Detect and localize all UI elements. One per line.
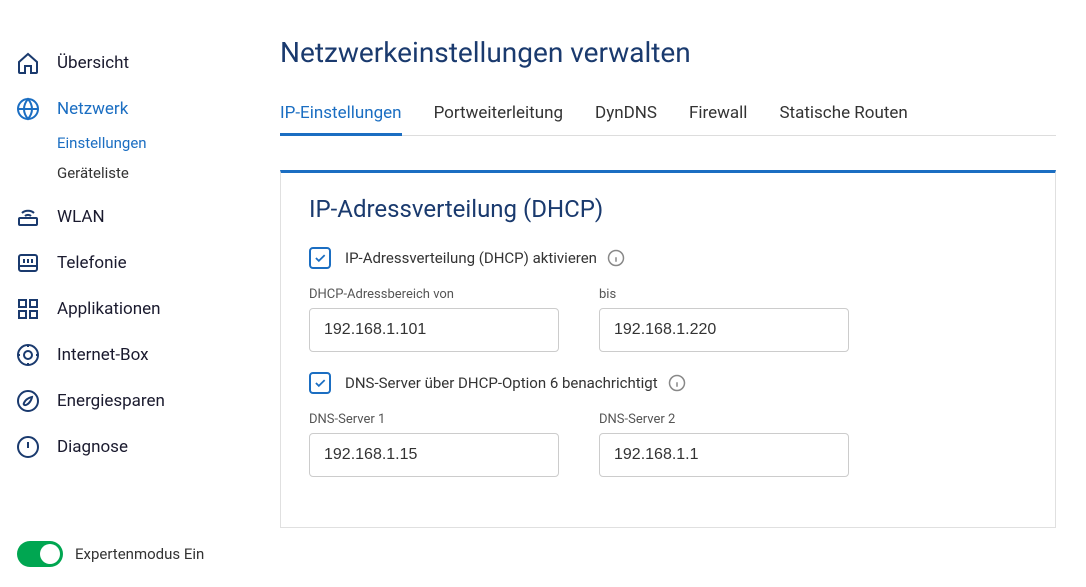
panel-title: IP-Adressverteilung (DHCP) (309, 195, 1027, 223)
leaf-icon (15, 388, 41, 414)
dhcp-from-field: DHCP-Adressbereich von (309, 287, 559, 352)
sidebar: Übersicht Netzwerk Einstellungen Gerätel… (0, 0, 250, 587)
alert-icon (15, 434, 41, 460)
dns1-input[interactable] (309, 433, 559, 477)
tab-dyndns[interactable]: DynDNS (595, 95, 657, 136)
nav-label: Netzwerk (57, 99, 128, 119)
nav-internetbox[interactable]: Internet-Box (15, 332, 250, 378)
dns1-field: DNS-Server 1 (309, 412, 559, 477)
dhcp-from-label: DHCP-Adressbereich von (309, 287, 559, 302)
nav-overview[interactable]: Übersicht (15, 40, 250, 86)
tab-port-forwarding[interactable]: Portweiterleitung (434, 95, 563, 136)
dhcp-panel: IP-Adressverteilung (DHCP) IP-Adressvert… (280, 170, 1056, 528)
globe-icon (15, 96, 41, 122)
nav-network-sub: Einstellungen Geräteliste (15, 128, 250, 188)
expert-mode-label: Expertenmodus Ein (75, 545, 204, 563)
main-content: Netzwerkeinstellungen verwalten IP-Einst… (250, 0, 1086, 587)
dhcp-enable-row: IP-Adressverteilung (DHCP) aktivieren (309, 247, 1027, 269)
dns2-label: DNS-Server 2 (599, 412, 849, 427)
router-icon (15, 204, 41, 230)
tab-ip-settings[interactable]: IP-Einstellungen (280, 95, 402, 136)
dns-servers-row: DNS-Server 1 DNS-Server 2 (309, 412, 1027, 477)
dhcp-to-field: bis (599, 287, 849, 352)
info-icon[interactable] (607, 249, 625, 267)
dhcp-range-row: DHCP-Adressbereich von bis (309, 287, 1027, 352)
info-icon[interactable] (668, 374, 686, 392)
phone-icon (15, 250, 41, 276)
dns-option6-checkbox[interactable] (309, 372, 331, 394)
dhcp-to-input[interactable] (599, 308, 849, 352)
nav-diagnose[interactable]: Diagnose (15, 424, 250, 470)
tabs: IP-Einstellungen Portweiterleitung DynDN… (280, 95, 1056, 136)
home-icon (15, 50, 41, 76)
expert-mode-toggle[interactable] (17, 541, 63, 567)
page-title: Netzwerkeinstellungen verwalten (280, 36, 1056, 69)
dns2-input[interactable] (599, 433, 849, 477)
expert-mode-row: Expertenmodus Ein (15, 521, 250, 567)
nav-label: Applikationen (57, 299, 161, 319)
nav-energy[interactable]: Energiesparen (15, 378, 250, 424)
nav-wlan[interactable]: WLAN (15, 194, 250, 240)
nav-label: Energiesparen (57, 391, 165, 411)
nav-label: WLAN (57, 207, 105, 227)
dhcp-to-label: bis (599, 287, 849, 302)
tab-static-routes[interactable]: Statische Routen (779, 95, 907, 136)
box-icon (15, 342, 41, 368)
nav-label: Übersicht (57, 53, 129, 73)
apps-icon (15, 296, 41, 322)
nav-label: Telefonie (57, 253, 127, 273)
dns-option6-label: DNS-Server über DHCP-Option 6 benachrich… (345, 374, 658, 392)
nav-applications[interactable]: Applikationen (15, 286, 250, 332)
nav-network[interactable]: Netzwerk (15, 86, 250, 132)
dns-option6-row: DNS-Server über DHCP-Option 6 benachrich… (309, 372, 1027, 394)
tab-firewall[interactable]: Firewall (689, 95, 747, 136)
subnav-settings[interactable]: Einstellungen (57, 128, 250, 158)
dns2-field: DNS-Server 2 (599, 412, 849, 477)
dns1-label: DNS-Server 1 (309, 412, 559, 427)
nav-telephony[interactable]: Telefonie (15, 240, 250, 286)
dhcp-enable-checkbox[interactable] (309, 247, 331, 269)
nav-label: Internet-Box (57, 345, 149, 365)
subnav-devicelist[interactable]: Geräteliste (57, 158, 250, 188)
dhcp-from-input[interactable] (309, 308, 559, 352)
dhcp-enable-label: IP-Adressverteilung (DHCP) aktivieren (345, 249, 597, 267)
nav-label: Diagnose (57, 437, 128, 457)
